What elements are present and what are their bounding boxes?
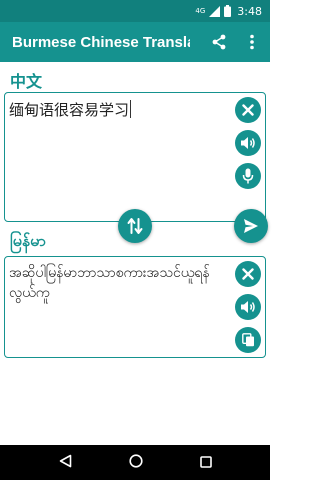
speak-source-button[interactable] [235, 130, 261, 156]
clear-source-button[interactable] [235, 97, 261, 123]
nav-back-button[interactable] [59, 453, 72, 472]
source-text: 缅甸语很容易学习 [9, 101, 130, 119]
status-time: 3:48 [237, 4, 262, 18]
microphone-icon [242, 168, 254, 184]
nav-home-button[interactable] [128, 453, 143, 472]
swap-vertical-icon [127, 218, 143, 234]
translate-button[interactable] [234, 209, 268, 243]
close-icon [242, 268, 254, 280]
source-text-panel[interactable]: 缅甸语很容易学习 [4, 92, 266, 222]
home-circle-icon [128, 454, 143, 468]
send-icon [244, 219, 258, 233]
back-triangle-icon [59, 454, 71, 468]
signal-icon [209, 5, 221, 17]
copy-translation-button[interactable] [235, 327, 261, 353]
target-text-panel: အဆိုပါမြန်မာဘာသာစကားအသင်ယူရန်လွယ်ကူ [4, 256, 266, 358]
app-title: Burmese Chinese Translator [12, 33, 190, 51]
close-icon [242, 104, 254, 116]
system-nav-bar [0, 445, 270, 480]
battery-icon [224, 5, 232, 17]
share-button[interactable] [207, 30, 231, 54]
share-icon [212, 34, 226, 50]
source-language-label: 中文 [10, 72, 43, 91]
more-vert-icon [250, 34, 254, 50]
status-bar: 4G 3:48 [0, 0, 270, 22]
translated-text: အဆိုပါမြန်မာဘာသာစကားအသင်ယူရန်လွယ်ကူ [9, 265, 210, 301]
text-cursor [130, 100, 132, 118]
nav-recents-button[interactable] [199, 453, 212, 472]
voice-input-button[interactable] [235, 163, 261, 189]
speaker-icon [241, 137, 255, 149]
overflow-menu-button[interactable] [240, 30, 264, 54]
speak-target-button[interactable] [235, 294, 261, 320]
network-type-label: 4G [195, 6, 206, 15]
clear-target-button[interactable] [235, 261, 261, 287]
target-language-label: မြန်မာ [10, 231, 46, 250]
speaker-icon [241, 301, 255, 313]
recents-square-icon [199, 456, 212, 468]
app-bar: Burmese Chinese Translator [0, 22, 270, 62]
source-text-input[interactable]: 缅甸语很容易学习 [9, 99, 233, 121]
copy-icon [241, 333, 254, 347]
status-icons: 4G [195, 5, 232, 17]
swap-languages-button[interactable] [118, 209, 152, 243]
